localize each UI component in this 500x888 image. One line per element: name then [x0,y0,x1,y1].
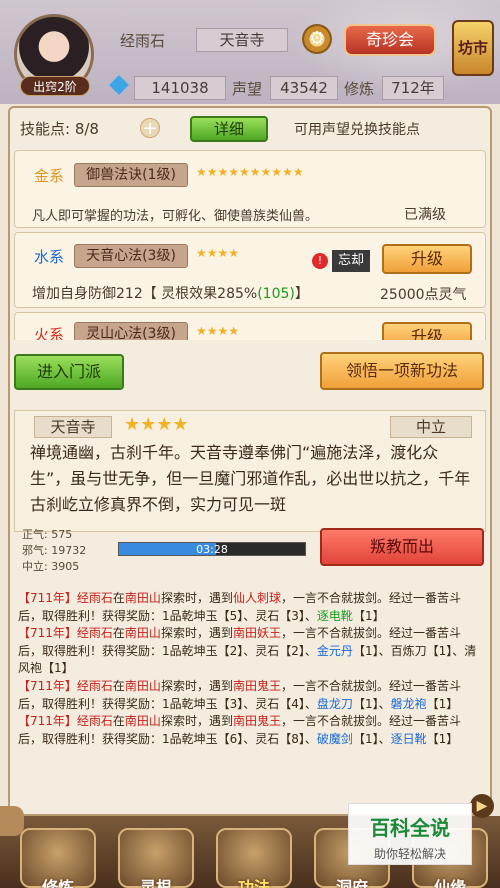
arrow-right-icon[interactable]: ▶ [470,794,494,818]
skill-stars: ★★★★ [196,324,240,338]
detail-button[interactable]: 详细 [190,116,268,142]
settings-gear-icon[interactable]: ⚙ [302,24,332,54]
log-entry: 【711年】经雨石在南田山探索时，遇到南田鬼王，一言不合就拔剑。经过一番苦斗后，… [18,678,461,711]
nav-label: 修炼 [41,878,74,888]
watermark: 百科全说 助你轻松解决 [348,803,472,865]
sect-stars: ★★★★ [124,414,189,435]
skill-name: 御兽法诀(1级) [74,163,188,187]
neutral-stat: 中立: 3905 [22,560,80,573]
forget-button[interactable]: 忘却 [332,250,370,272]
sect-lore-text: 禅境通幽，古刹千年。天音寺遵奉佛门“遍施法泽，渡化众生”，虽与世无争，但一旦魔门… [30,443,471,514]
reputation-value: 43542 [270,76,338,100]
sect-name-tag: 天音寺 [34,416,112,438]
skill-status: 已满级 [404,207,446,223]
sect-alignment-tag: 中立 [390,416,472,438]
join-sect-button[interactable]: 进入门派 [14,354,124,390]
player-name: 经雨石 [120,32,166,50]
log-entry: 【711年】经雨石在南田山探索时，遇到南田鬼王，一言不合就拔剑。经过一番苦斗后，… [18,714,461,746]
rank-badge: 出窍2阶 [20,76,90,96]
skill-name: 天音心法(3级) [74,244,188,268]
side-drawer-button[interactable] [0,806,24,836]
learn-new-skill-button[interactable]: 领悟一项新功法 [320,352,484,390]
watermark-title: 百科全说 [370,816,450,840]
nav-label: 仙缘 [433,878,466,888]
upgrade-button[interactable]: 升级 [382,244,472,274]
skill-stars: ★★★★★★★★★★ [196,165,304,179]
skill-element: 水系 [34,248,65,266]
betray-sect-button[interactable]: 叛教而出 [320,528,484,566]
timer-text: 03:28 [196,543,228,556]
nav-label: 灵根 [139,878,172,888]
log-entry: 【711年】经雨石在南田山探索时，遇到仙人刺球，一言不合就拔剑。经过一番苦斗后，… [18,591,461,623]
righteous-stat: 正气: 575 [22,528,73,541]
reputation-label: 声望 [232,80,263,98]
log-entry: 【711年】经雨石在南田山探索时，遇到南田妖王，一言不合就拔剑。经过一番苦斗后，… [18,626,477,676]
sect-name-box: 天音寺 [196,28,288,52]
spirit-stone-count: 141038 [134,76,226,100]
alert-icon: ! [312,253,328,269]
skill-effect: 增加自身防御212【 灵根效果285%(105)】 [32,286,309,302]
skill-points: 技能点: 8/8 [20,120,99,138]
skill-card-partial: 火系 灵山心法(3级) ★★★★ 升级 [14,312,486,340]
skill-description: 凡人即可掌握的功法，可孵化、御使兽族类仙兽。 [32,209,319,224]
nav-label: 功法 [237,878,270,888]
cultivation-years: 712年 [382,76,444,100]
nav-label: 洞府 [335,878,368,888]
upgrade-button[interactable]: 升级 [382,322,472,340]
add-skill-point-button[interactable]: + [140,118,160,139]
skill-stars: ★★★★ [196,246,240,260]
skill-element: 火系 [34,326,65,340]
treasure-fair-button[interactable]: 奇珍会 [344,24,436,56]
skill-name: 灵山心法(3级) [74,322,188,340]
skill-element: 金系 [34,167,65,185]
skill-cost: 25000点灵气 [380,287,467,303]
market-button[interactable]: 坊市 [452,20,494,76]
evil-stat: 邪气: 19732 [22,544,87,557]
sect-timer-bar: 03:28 [118,542,306,556]
battle-log: 【711年】经雨石在南田山探索时，遇到仙人刺球，一言不合就拔剑。经过一番苦斗后，… [18,590,480,748]
watermark-subtitle: 助你轻松解决 [373,847,446,861]
exchange-hint: 可用声望兑换技能点 [294,122,420,138]
cultivation-label: 修炼 [344,80,375,98]
